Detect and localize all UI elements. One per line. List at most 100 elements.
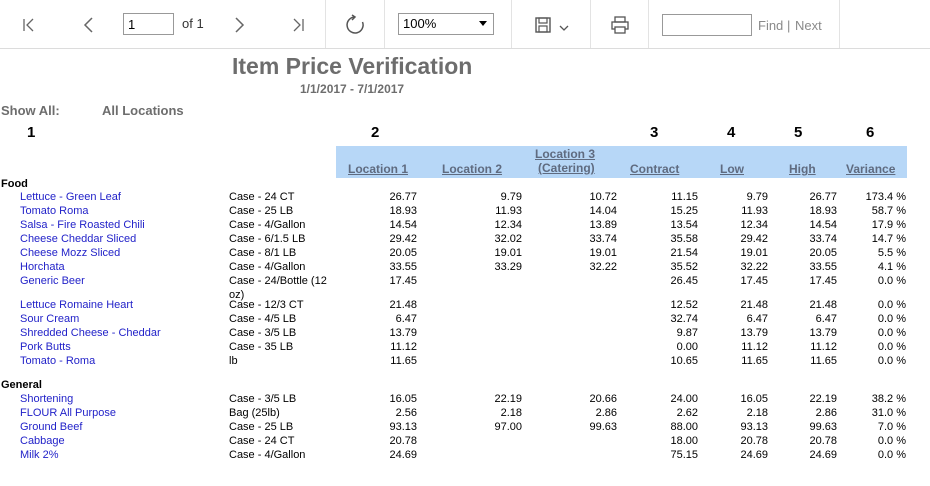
item-link[interactable]: Tomato Roma [20,205,88,217]
location-3-price: 19.01 [589,247,617,259]
item-link[interactable]: Sour Cream [20,313,79,325]
high-price: 20.05 [809,247,837,259]
item-link[interactable]: Milk 2% [20,449,59,461]
variance-value: 7.0 % [877,421,906,433]
item-link[interactable]: FLOUR All Purpose [20,407,116,419]
page-number-input[interactable] [123,13,174,35]
next-link[interactable]: Next [795,18,822,33]
previous-page-button[interactable] [76,0,102,49]
location-2-price: 12.34 [494,219,522,231]
item-link[interactable]: Ground Beef [20,421,82,433]
print-button[interactable] [606,0,634,49]
pack-size: lb [229,355,238,367]
column-number-marker: 1 [27,124,36,141]
item-link[interactable]: Pork Butts [20,341,71,353]
toolbar-divider [511,0,512,48]
pack-size: Case - 35 LB [229,341,294,353]
location-3-price: 20.66 [589,393,617,405]
header-low[interactable]: Low [720,162,744,176]
high-price: 99.63 [809,421,837,433]
location-2-price: 11.93 [495,205,522,217]
item-link[interactable]: Cabbage [20,435,65,447]
item-link[interactable]: Lettuce Romaine Heart [20,299,133,311]
pack-size: Case - 8/1 LB [229,247,297,259]
page-count-label: of 1 [182,16,204,31]
high-price: 6.47 [815,313,837,325]
location-1-price: 11.65 [390,355,417,367]
header-location-1[interactable]: Location 1 [348,162,408,176]
export-button[interactable] [528,0,576,49]
location-3-price: 13.89 [589,219,617,231]
table-row: Shredded Cheese - Cheddar Case - 3/5 LB … [0,327,930,341]
item-link[interactable]: Generic Beer [20,275,85,287]
low-price: 93.13 [740,421,768,433]
next-page-button[interactable] [226,0,252,49]
pack-size: Case - 12/3 CT [229,299,304,311]
table-row: Shortening Case - 3/5 LB 16.05 22.19 20.… [0,393,930,407]
header-location-3-catering[interactable]: (Catering) [538,161,595,175]
low-price: 21.48 [740,299,768,311]
low-price: 20.78 [740,435,768,447]
location-1-price: 33.55 [389,261,417,273]
table-row: Tomato Roma Case - 25 LB 18.93 11.93 14.… [0,205,930,219]
item-link[interactable]: Horchata [20,261,65,273]
report-toolbar: of 1 100% [0,0,930,49]
header-variance[interactable]: Variance [846,162,895,176]
location-1-price: 13.79 [389,327,417,339]
last-page-button[interactable] [285,0,311,49]
pack-size: Case - 4/Gallon [229,449,306,461]
low-price: 32.22 [740,261,768,273]
location-3-price: 32.22 [589,261,617,273]
contract-price: 35.58 [670,233,698,245]
header-high[interactable]: High [789,162,816,176]
high-price: 33.74 [809,233,837,245]
column-number-marker: 4 [727,124,736,141]
high-price: 14.54 [809,219,837,231]
pack-size: Case - 6/1.5 LB [229,233,306,245]
report-date-range: 1/1/2017 - 7/1/2017 [300,82,405,96]
location-1-price: 24.69 [389,449,417,461]
item-link[interactable]: Cheese Cheddar Sliced [20,233,136,245]
header-contract[interactable]: Contract [630,162,679,176]
location-1-price: 11.12 [390,341,417,353]
group-label-food: Food [1,178,28,190]
column-number-marker: 3 [650,124,659,141]
high-price: 33.55 [809,261,837,273]
variance-value: 0.0 % [877,327,906,339]
item-link[interactable]: Tomato - Roma [20,355,95,367]
location-1-price: 21.48 [389,299,417,311]
toolbar-divider [325,0,326,48]
location-2-price: 97.00 [494,421,522,433]
variance-value: 4.1 % [877,261,906,273]
item-link[interactable]: Cheese Mozz Sliced [20,247,120,259]
find-input[interactable] [662,14,752,36]
location-2-price: 9.79 [500,191,522,203]
item-link[interactable]: Salsa - Fire Roasted Chili [20,219,145,231]
save-disk-icon [535,16,551,33]
item-link[interactable]: Lettuce - Green Leaf [20,191,121,203]
refresh-button[interactable] [340,0,370,49]
pack-size: Case - 3/5 LB [229,327,297,339]
item-link[interactable]: Shortening [20,393,73,405]
low-price: 12.34 [740,219,768,231]
header-location-3[interactable]: Location 3 [535,147,595,161]
zoom-select[interactable]: 100% [398,13,494,35]
column-number-marker: 5 [794,124,803,141]
location-3-price: 14.04 [589,205,617,217]
variance-value: 0.0 % [877,299,906,311]
location-1-price: 14.54 [389,219,417,231]
find-separator: | [787,18,791,33]
contract-price: 26.45 [670,275,698,287]
pack-size: Case - 25 LB [229,205,294,217]
header-location-2[interactable]: Location 2 [442,162,502,176]
variance-value: 17.9 % [871,219,906,231]
find-link[interactable]: Find [758,18,783,33]
item-link[interactable]: Shredded Cheese - Cheddar [20,327,161,339]
last-page-icon [293,18,304,31]
location-3-price: 10.72 [589,191,617,203]
report-title: Item Price Verification [232,53,473,79]
location-1-price: 17.45 [389,275,417,287]
contract-price: 12.52 [670,299,698,311]
contract-price: 10.65 [670,355,698,367]
first-page-button[interactable] [16,0,42,49]
